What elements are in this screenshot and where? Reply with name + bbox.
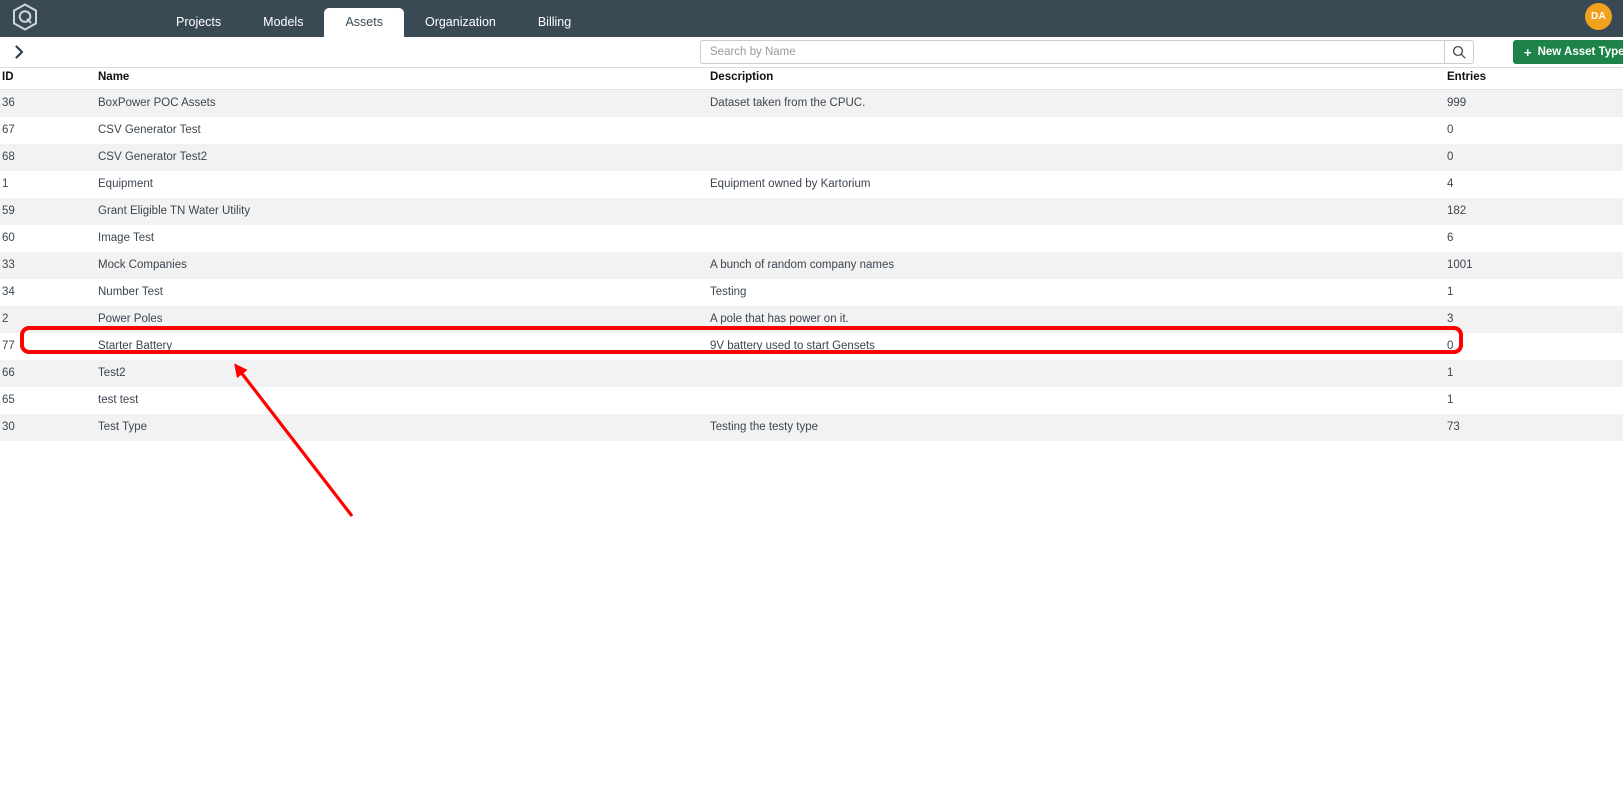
nav-tab-billing[interactable]: Billing	[517, 8, 592, 37]
search-button[interactable]	[1444, 40, 1474, 64]
table-row[interactable]: 34 Number Test Testing 1	[0, 278, 1623, 306]
table-row-highlighted[interactable]: 77 Starter Battery 9V battery used to star…	[0, 332, 1623, 360]
cell-entries: 3	[1447, 313, 1454, 325]
cell-description: 9V battery used to start Gensets	[710, 340, 875, 352]
nav-tab-assets[interactable]: Assets	[324, 8, 404, 37]
table-row[interactable]: 33 Mock Companies A bunch of random compan…	[0, 251, 1623, 279]
cell-name: Test Type	[98, 421, 148, 433]
cell-id: 1	[2, 178, 9, 190]
toolbar: + New Asset Type	[0, 37, 1623, 68]
cell-description	[708, 360, 1445, 387]
column-header-entries[interactable]: Entries	[1445, 68, 1623, 90]
cell-description	[708, 144, 1445, 171]
cell-description: A pole that has power on it.	[710, 313, 849, 325]
nav-tab-organization[interactable]: Organization	[404, 8, 517, 37]
cell-id: 67	[2, 124, 15, 136]
cell-entries: 73	[1447, 421, 1460, 433]
table-body: 36 BoxPower POC Assets Dataset taken from …	[0, 89, 1623, 441]
nav-tab-projects[interactable]: Projects	[155, 8, 242, 37]
table-row[interactable]: 60 Image Test 6	[0, 224, 1623, 252]
cell-id: 59	[2, 205, 15, 217]
cell-description	[708, 387, 1445, 414]
cell-entries: 182	[1447, 205, 1467, 217]
table-row[interactable]: 67 CSV Generator Test 0	[0, 116, 1623, 144]
chevron-right-icon	[14, 45, 23, 59]
cell-entries: 0	[1447, 124, 1454, 136]
new-asset-type-button[interactable]: + New Asset Type	[1513, 40, 1623, 64]
cell-entries: 1	[1447, 367, 1454, 379]
column-header-id[interactable]: ID	[0, 68, 96, 90]
cell-id: 60	[2, 232, 15, 244]
cell-description: Equipment owned by Kartorium	[710, 178, 871, 190]
search-bar	[700, 40, 1474, 64]
plus-icon: +	[1524, 44, 1532, 60]
top-navigation-bar: Projects Models Assets Organization Bill…	[0, 0, 1623, 37]
table-row[interactable]: 59 Grant Eligible TN Water Utility 182	[0, 197, 1623, 225]
table-row[interactable]: 1 Equipment Equipment owned by Kartorium 4	[0, 170, 1623, 198]
table-row[interactable]: 65 test test 1	[0, 386, 1623, 414]
cell-entries: 0	[1447, 340, 1454, 352]
nav-tab-models[interactable]: Models	[242, 8, 324, 37]
app-logo[interactable]	[0, 0, 50, 37]
table-row[interactable]: 68 CSV Generator Test2 0	[0, 143, 1623, 171]
user-avatar[interactable]: DA	[1585, 3, 1612, 30]
cell-entries: 1001	[1447, 259, 1473, 271]
hexagon-q-logo-icon	[13, 2, 37, 31]
cell-entries: 0	[1447, 151, 1454, 163]
cell-name: Number Test	[98, 286, 163, 298]
table-row[interactable]: 66 Test2 1	[0, 359, 1623, 387]
cell-name: BoxPower POC Assets	[98, 97, 216, 110]
cell-entries: 4	[1447, 178, 1454, 190]
cell-entries: 1	[1447, 394, 1454, 406]
cell-description: Dataset taken from the CPUC.	[710, 97, 866, 110]
column-header-description[interactable]: Description	[708, 68, 1445, 90]
cell-id: 34	[2, 286, 15, 298]
cell-description	[708, 198, 1445, 225]
table-row[interactable]: 30 Test Type Testing the testy type 73	[0, 413, 1623, 441]
cell-name: CSV Generator Test	[98, 124, 201, 136]
cell-description: Testing	[710, 286, 747, 298]
cell-description: Testing the testy type	[710, 421, 819, 433]
cell-id: 77	[2, 340, 15, 352]
new-asset-type-label: New Asset Type	[1537, 46, 1623, 58]
cell-description	[708, 225, 1445, 252]
table-header: ID Name Description Entries	[0, 68, 1623, 90]
cell-name: Test2	[98, 367, 126, 379]
cell-id: 66	[2, 367, 15, 379]
cell-name: Grant Eligible TN Water Utility	[98, 205, 251, 217]
cell-name: Mock Companies	[98, 259, 187, 271]
table-row[interactable]: 2 Power Poles A pole that has power on it.…	[0, 305, 1623, 333]
table-row[interactable]: 36 BoxPower POC Assets Dataset taken from …	[0, 89, 1623, 117]
sidebar-expand-toggle[interactable]	[8, 40, 30, 64]
cell-id: 68	[2, 151, 15, 163]
cell-name: CSV Generator Test2	[98, 151, 208, 163]
cell-id: 30	[2, 421, 15, 433]
cell-entries: 6	[1447, 232, 1454, 244]
search-icon	[1452, 45, 1466, 59]
cell-name: test test	[98, 394, 139, 406]
asset-types-table-container: ID Name Description Entries 36 BoxPower P…	[0, 68, 1623, 803]
cell-description	[708, 117, 1445, 144]
column-header-name[interactable]: Name	[96, 68, 708, 90]
cell-name: Image Test	[98, 232, 155, 244]
table-header-row: ID Name Description Entries	[0, 68, 1623, 90]
cell-name: Power Poles	[98, 313, 163, 325]
asset-types-table: ID Name Description Entries 36 BoxPower P…	[0, 68, 1623, 441]
cell-id: 33	[2, 259, 15, 271]
cell-description: A bunch of random company names	[710, 259, 895, 271]
cell-name: Equipment	[98, 178, 153, 190]
cell-name: Starter Battery	[98, 340, 173, 352]
cell-id: 65	[2, 394, 15, 406]
cell-id: 2	[2, 313, 9, 325]
main-nav-tabs: Projects Models Assets Organization Bill…	[155, 0, 592, 37]
search-input[interactable]	[700, 40, 1444, 64]
cell-id: 36	[2, 97, 15, 110]
cell-entries: 1	[1447, 286, 1454, 298]
cell-entries: 999	[1447, 97, 1467, 110]
